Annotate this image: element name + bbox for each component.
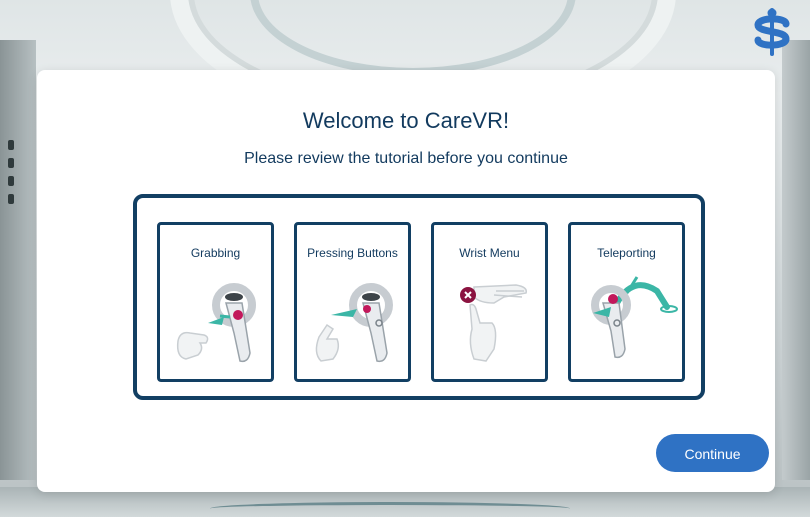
left-wall [0,40,36,480]
tutorial-card-teleporting[interactable]: Teleporting [568,222,685,382]
tutorial-card-pressing-buttons[interactable]: Pressing Buttons [294,222,411,382]
tutorial-card-label: Teleporting [597,246,656,260]
tutorial-card-label: Pressing Buttons [307,246,398,260]
tutorial-card-label: Grabbing [190,246,241,260]
press-button-controller-icon [315,283,393,363]
tutorial-panel: Grabbing Pressing Buttons Wrist Menu Tel… [133,194,705,400]
teleport-controller-icon [591,276,678,359]
tutorial-card-label: Wrist Menu [459,246,520,260]
welcome-dialog: Welcome to CareVR! Please review the tut… [37,70,775,492]
dialog-title: Welcome to CareVR! [302,108,510,133]
tutorial-card-grabbing[interactable]: Grabbing [157,222,274,382]
continue-button[interactable]: Continue [656,434,769,472]
wrist-menu-hand-icon [460,284,528,362]
tutorial-card-wrist-menu[interactable]: Wrist Menu [431,222,548,382]
carevr-logo-icon [754,8,790,56]
grab-controller-icon [176,283,256,363]
floor-line [210,502,570,515]
right-wall [782,40,810,480]
dialog-subtitle: Please review the tutorial before you co… [244,150,568,167]
